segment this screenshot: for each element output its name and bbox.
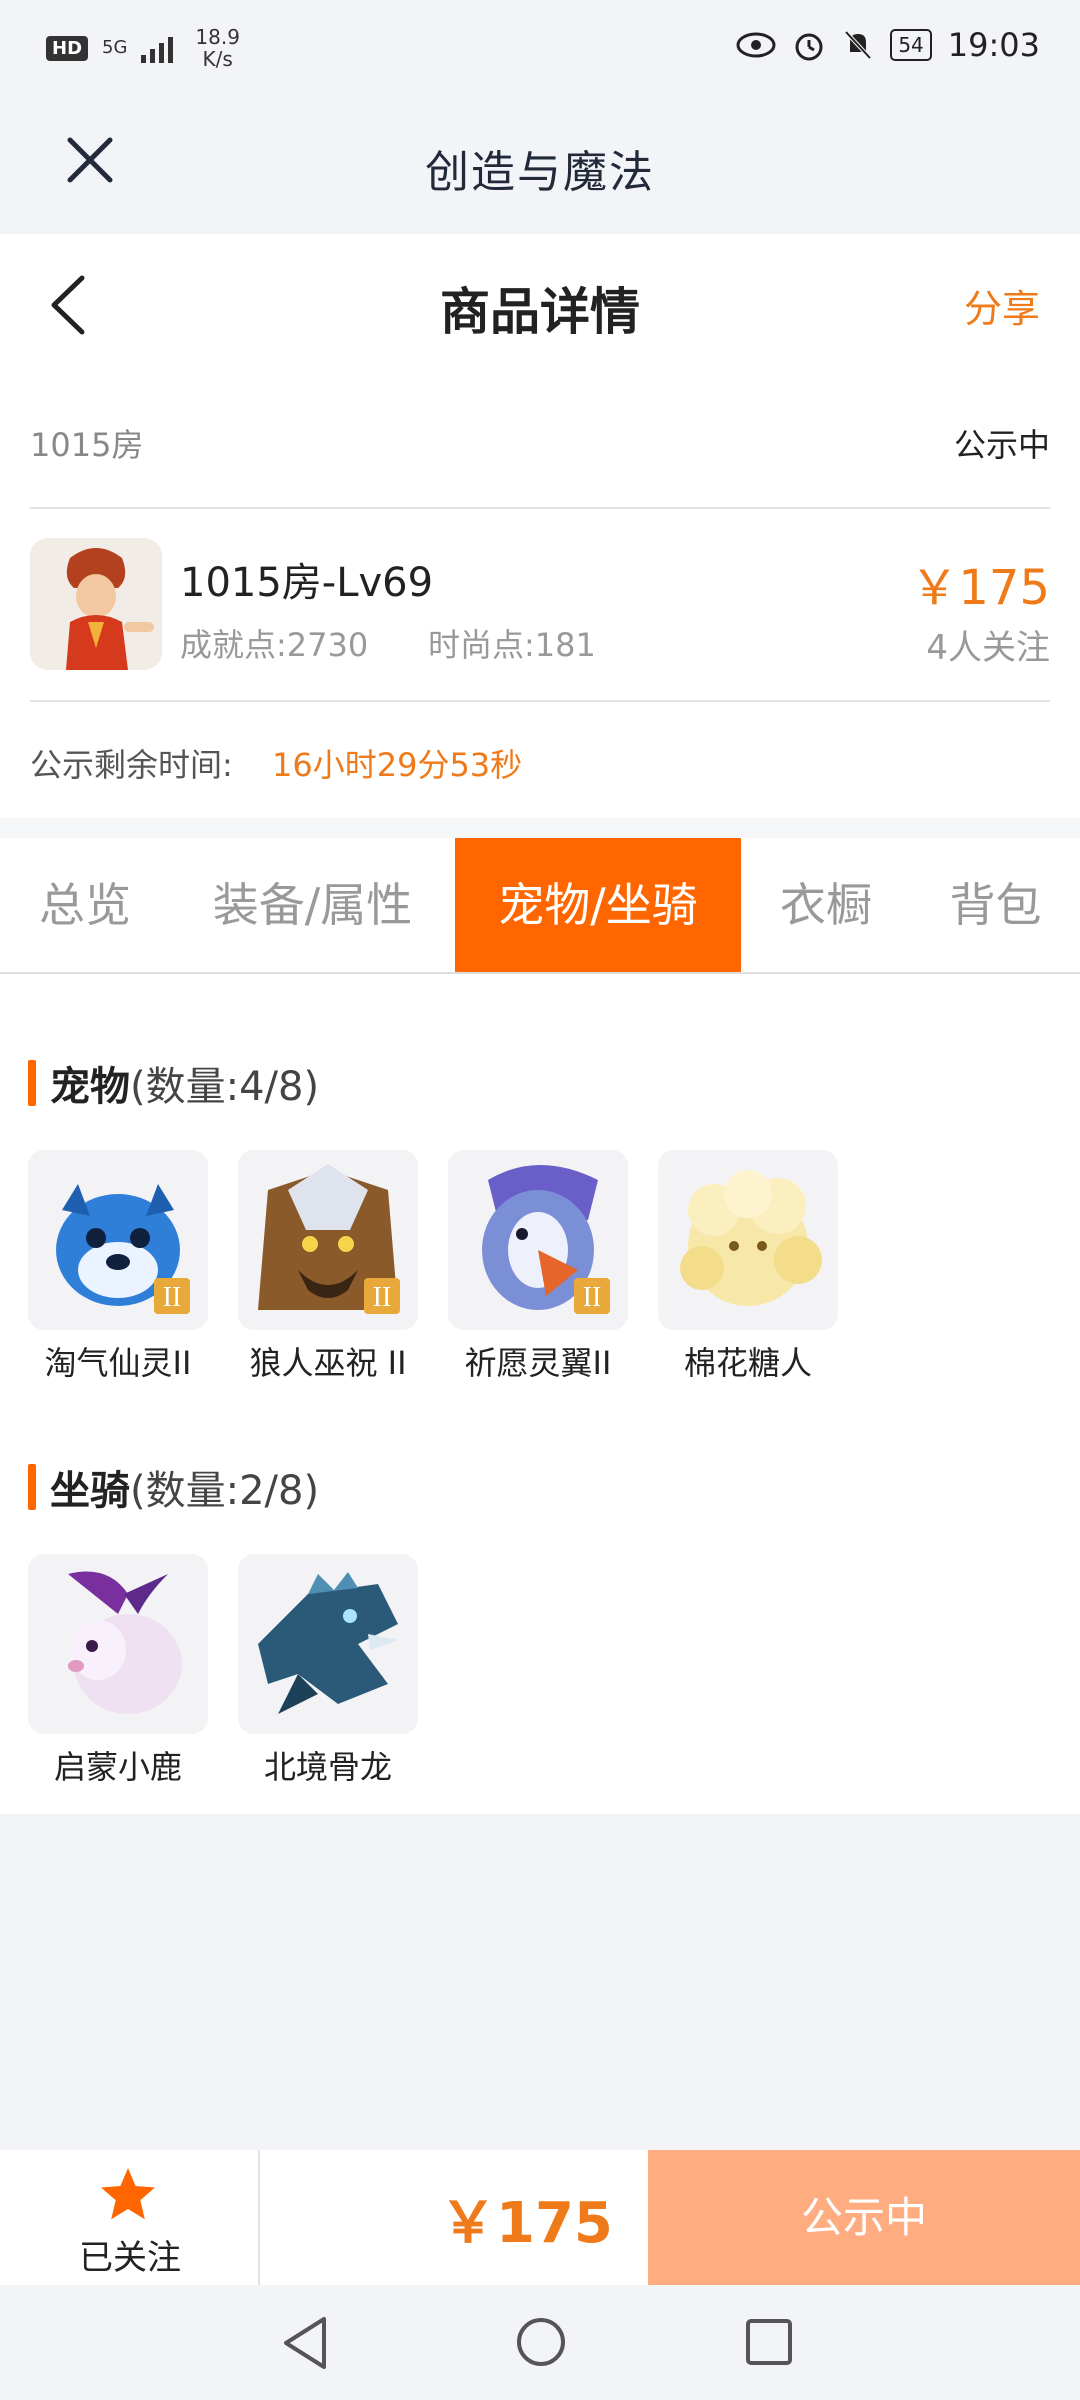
divider (30, 700, 1050, 702)
tab-backpack[interactable]: 背包 (911, 838, 1080, 972)
fawn-mount-icon (28, 1554, 208, 1734)
mounts-section-count: (数量:2/8) (130, 1468, 320, 1514)
mount-tile[interactable] (28, 1554, 208, 1734)
pet-name: 棉花糖人 (683, 1344, 812, 1382)
fashion-points: 时尚点:181 (428, 626, 596, 664)
status-right: 54 19:03 (736, 26, 1040, 64)
item-price: ￥175 (910, 560, 1050, 616)
signal-label: 5G (102, 37, 128, 58)
svg-text:II: II (583, 1282, 602, 1313)
achievement-points: 成就点:2730 (180, 626, 369, 664)
net-speed-value: 18.9 (195, 25, 240, 49)
pet-name: 淘气仙灵II (44, 1344, 192, 1382)
page-title: 商品详情 (440, 283, 640, 341)
blue-dog-pet-icon: II (28, 1150, 208, 1330)
share-button[interactable]: 分享 (964, 278, 1040, 333)
follower-count: 4人关注 (926, 628, 1050, 668)
star-icon[interactable] (98, 2165, 158, 2225)
mount-name: 北境骨龙 (263, 1748, 392, 1786)
mounts-section-header: 坐骑 (数量:2/8) (28, 1458, 319, 1516)
tab-overview[interactable]: 总览 (0, 838, 170, 972)
status-left: HD 5G 18.9 K/s (46, 26, 240, 70)
pet-name: 狼人巫祝 II (249, 1344, 407, 1382)
divider (258, 2150, 260, 2285)
system-nav-bar (0, 2285, 1080, 2400)
mounts-section-title: 坐骑 (50, 1468, 130, 1514)
bone-dragon-mount-icon (238, 1554, 418, 1734)
listing-status: 公示中 (953, 426, 1050, 464)
pets-section-title: 宠物 (50, 1064, 130, 1110)
item-name: 1015房-Lv69 (180, 560, 434, 606)
eye-icon (736, 32, 776, 58)
app-title: 创造与魔法 (425, 147, 655, 198)
mount-tile[interactable] (238, 1554, 418, 1734)
clock: 19:03 (947, 26, 1040, 64)
net-speed: 18.9 K/s (195, 26, 240, 70)
nav-home-icon[interactable] (514, 2315, 568, 2369)
character-avatar (30, 538, 162, 670)
status-bar: HD 5G 18.9 K/s 54 19:03 (0, 0, 1080, 100)
publicity-button[interactable]: 公示中 (648, 2150, 1080, 2285)
alarm-icon (795, 33, 823, 61)
section-gap (0, 818, 1080, 838)
pet-tile[interactable]: II (28, 1150, 208, 1330)
svg-text:II: II (163, 1282, 182, 1313)
werewolf-pet-icon: II (238, 1150, 418, 1330)
tab-pets-mounts[interactable]: 宠物/坐骑 (455, 838, 741, 972)
pet-tile[interactable] (658, 1150, 838, 1330)
character-portrait (30, 538, 162, 670)
pet-name: 祈愿灵翼II (464, 1344, 612, 1382)
divider (30, 507, 1050, 509)
svg-text:II: II (373, 1282, 392, 1313)
app-header: 创造与魔法 (0, 100, 1080, 234)
marshmallow-pet-icon (658, 1150, 838, 1330)
pets-section-header: 宠物 (数量:4/8) (28, 1054, 319, 1112)
tab-equipment[interactable]: 装备/属性 (170, 838, 455, 972)
eagle-pet-icon: II (448, 1150, 628, 1330)
section-accent-bar (28, 1464, 36, 1510)
pet-tile[interactable]: II (238, 1150, 418, 1330)
section-accent-bar (28, 1060, 36, 1106)
remaining-time-value: 16小时29分53秒 (272, 746, 523, 784)
mount-name: 启蒙小鹿 (53, 1748, 182, 1786)
nav-recents-icon[interactable] (744, 2317, 794, 2367)
bottom-price: ￥175 (440, 2191, 613, 2256)
room-label: 1015房 (30, 426, 144, 464)
mute-bell-icon (844, 30, 872, 60)
tab-wardrobe[interactable]: 衣橱 (741, 838, 911, 972)
signal-bars-icon (141, 37, 174, 63)
pet-tile[interactable]: II (448, 1150, 628, 1330)
nav-back-icon[interactable] (280, 2315, 330, 2371)
net-speed-unit: K/s (202, 47, 233, 71)
hd-badge: HD (46, 35, 89, 61)
pets-section-count: (数量:4/8) (130, 1064, 320, 1110)
follow-button[interactable]: 已关注 (70, 2230, 190, 2279)
tab-bar: 总览 装备/属性 宠物/坐骑 衣橱 背包 (0, 838, 1080, 974)
battery-indicator: 54 (890, 29, 932, 61)
remaining-time-label: 公示剩余时间: (30, 746, 233, 784)
